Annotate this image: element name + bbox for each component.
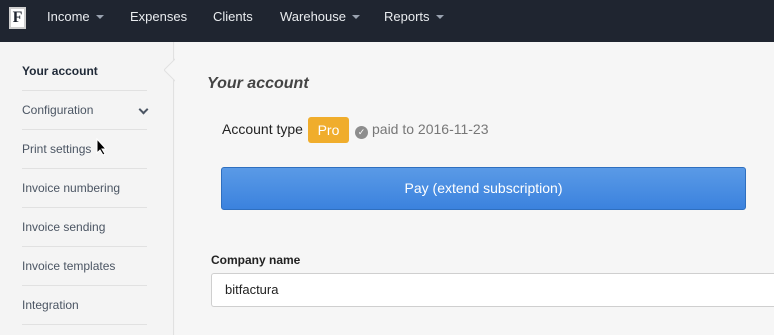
sidebar-item-label: Print settings: [22, 142, 92, 156]
nav-item-clients[interactable]: Clients: [213, 0, 253, 34]
sidebar-item-print-settings[interactable]: Print settings: [22, 130, 147, 169]
company-name-input[interactable]: bitfactura: [211, 273, 774, 307]
paid-status: ✓ paid to 2016-11-23: [355, 121, 489, 139]
nav-label-income: Income: [47, 9, 90, 24]
page-title: Your account: [207, 75, 309, 92]
account-type-label: Account type: [222, 121, 303, 137]
sidebar-item-label: Your account: [22, 64, 98, 78]
sidebar-item-label: Invoice numbering: [22, 181, 121, 195]
check-circle-icon: ✓: [355, 126, 368, 139]
mouse-cursor-icon: [96, 138, 108, 156]
app-logo[interactable]: F: [9, 7, 26, 29]
account-type-badge: Pro: [308, 117, 349, 143]
company-name-label: Company name: [211, 253, 301, 267]
nav-label-reports: Reports: [384, 9, 430, 24]
paid-text: paid to 2016-11-23: [372, 121, 489, 137]
settings-sidebar: Your account Configuration Print setting…: [0, 42, 174, 335]
sidebar-item-your-account[interactable]: Your account: [22, 52, 147, 91]
sidebar-item-label: Invoice sending: [22, 220, 106, 234]
sidebar-item-label: Integration: [22, 298, 79, 312]
caret-down-icon: [352, 14, 360, 19]
sidebar-item-integration[interactable]: Integration: [22, 286, 147, 325]
main-content: Your account Account type Pro ✓ paid to 2…: [175, 42, 774, 335]
pay-button[interactable]: Pay (extend subscription): [221, 167, 746, 210]
sidebar-item-invoice-sending[interactable]: Invoice sending: [22, 208, 147, 247]
nav-label-warehouse: Warehouse: [280, 9, 346, 24]
nav-label-clients: Clients: [213, 9, 253, 24]
sidebar-item-invoice-templates[interactable]: Invoice templates: [22, 247, 147, 286]
nav-item-income[interactable]: Income: [47, 0, 104, 34]
top-navbar: F Income Expenses Clients Warehouse Repo…: [0, 0, 774, 42]
nav-item-expenses[interactable]: Expenses: [130, 0, 187, 34]
sidebar-item-invoice-numbering[interactable]: Invoice numbering: [22, 169, 147, 208]
nav-item-warehouse[interactable]: Warehouse: [280, 0, 360, 34]
caret-down-icon: [95, 14, 104, 19]
nav-item-reports[interactable]: Reports: [384, 0, 444, 34]
chevron-down-icon[interactable]: [138, 104, 149, 115]
sidebar-item-configuration[interactable]: Configuration: [22, 91, 149, 130]
caret-down-icon: [435, 14, 444, 19]
sidebar-item-label: Invoice templates: [22, 259, 116, 273]
sidebar-item-label: Configuration: [22, 103, 94, 117]
logo-letter: F: [12, 9, 23, 26]
nav-label-expenses: Expenses: [130, 9, 188, 24]
